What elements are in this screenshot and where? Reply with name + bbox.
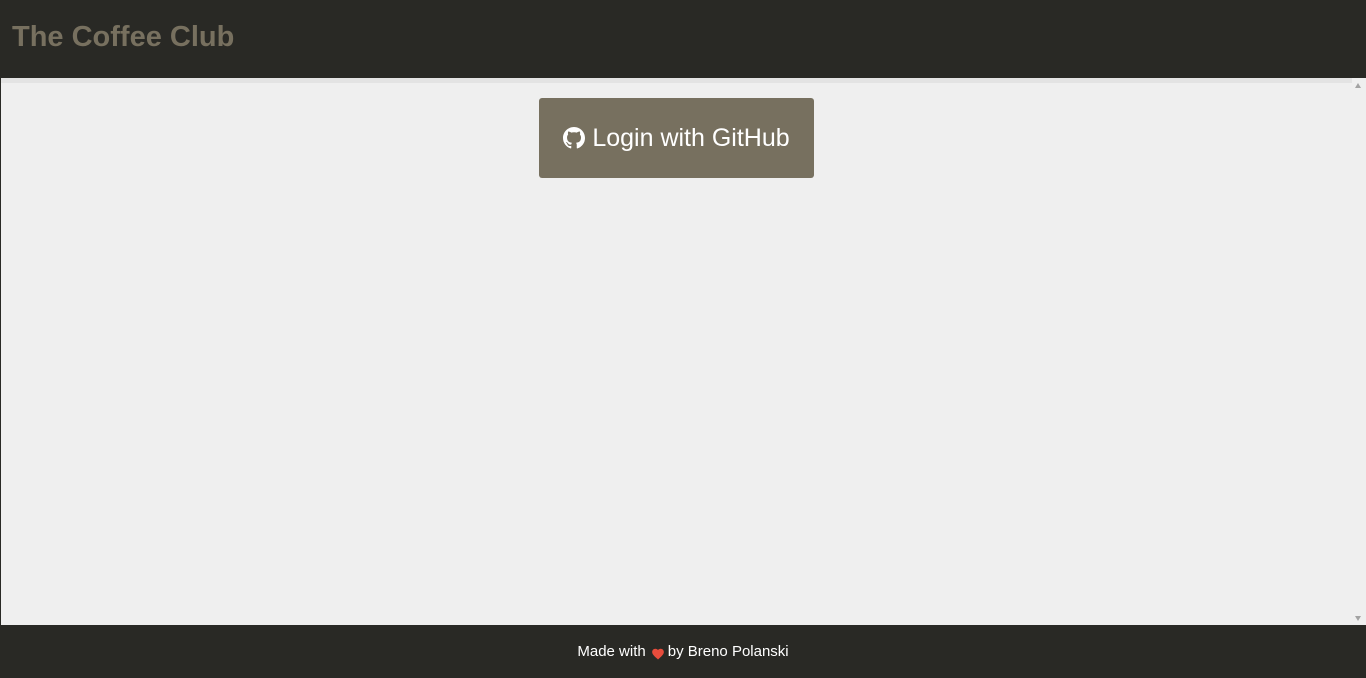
footer-suffix: by Breno Polanski	[667, 643, 789, 660]
scroll-down-arrow-icon[interactable]	[1355, 616, 1361, 621]
footer-prefix: Made with	[577, 643, 646, 660]
login-github-button[interactable]: Login with GitHub	[539, 98, 814, 178]
content-scrollbar[interactable]	[1352, 78, 1366, 625]
scroll-up-arrow-icon[interactable]	[1355, 83, 1361, 88]
heart-icon	[651, 647, 665, 661]
login-button-label: Login with GitHub	[592, 123, 790, 152]
content-frame: Login with GitHub	[1, 78, 1366, 625]
frame-top-border	[1, 78, 1352, 83]
app-title: The Coffee Club	[12, 21, 235, 53]
app-header: The Coffee Club	[0, 0, 1366, 78]
github-icon	[563, 127, 586, 149]
app-footer: Made with by Breno Polanski	[0, 625, 1366, 678]
